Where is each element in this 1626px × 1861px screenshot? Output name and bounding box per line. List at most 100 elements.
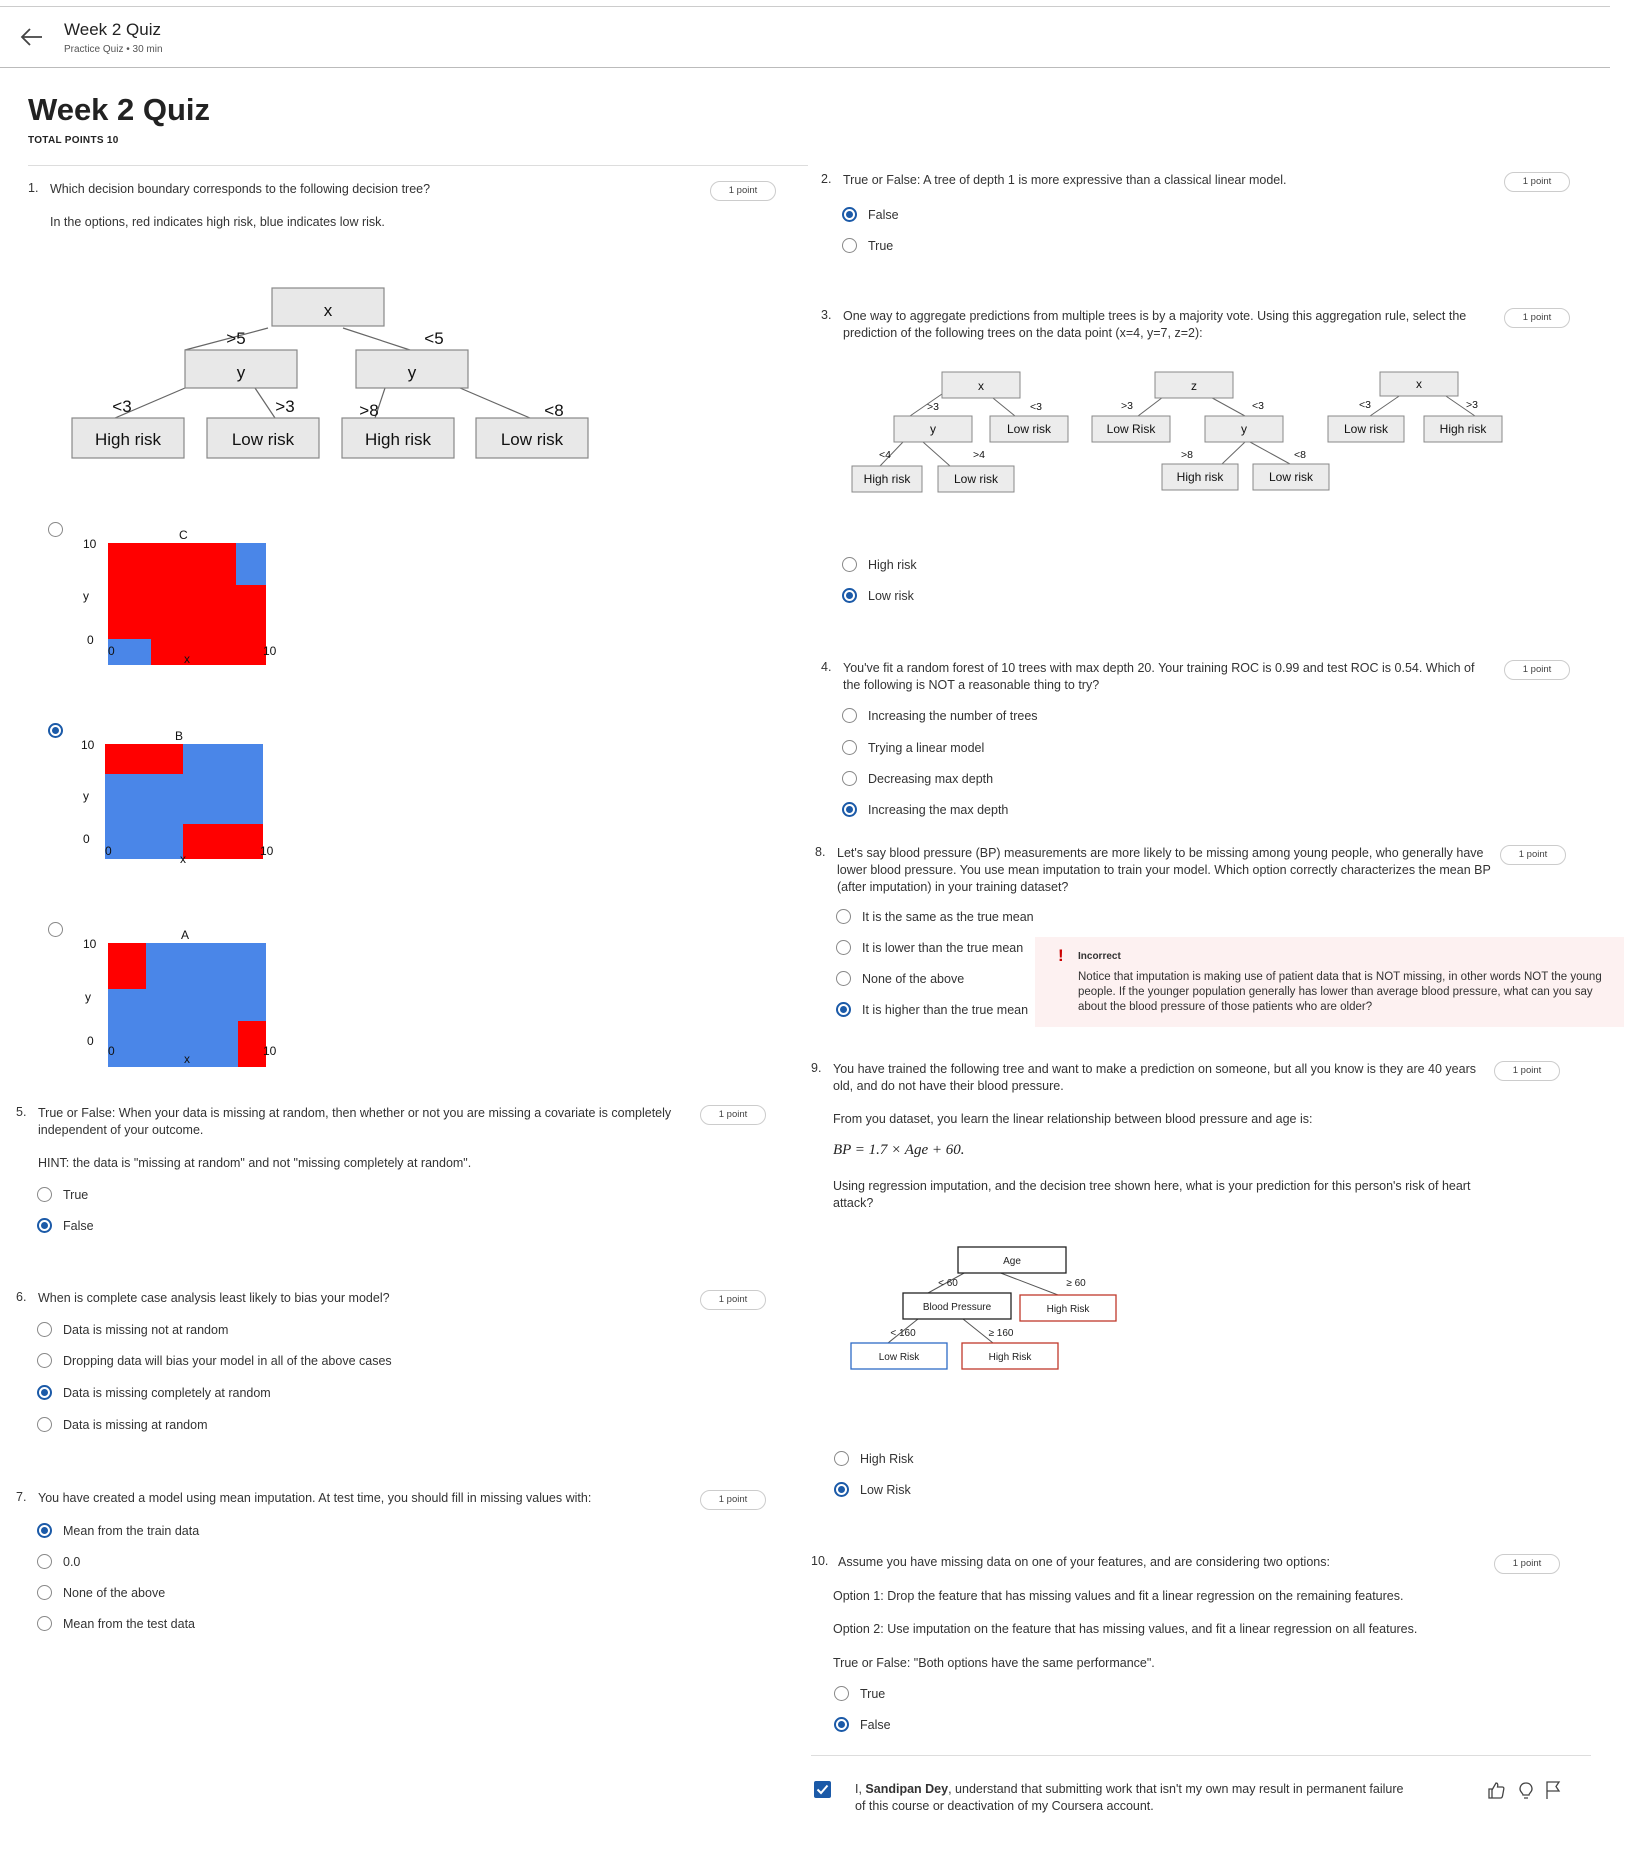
- q1-tree-leaf-1: High risk: [95, 430, 162, 449]
- flag-icon[interactable]: [1544, 1780, 1562, 1800]
- q6-radio-2[interactable]: [37, 1353, 52, 1368]
- q4-radio-2[interactable]: [842, 740, 857, 755]
- q7-text: You have created a model using mean impu…: [38, 1491, 592, 1505]
- svg-text:<3: <3: [1359, 399, 1371, 411]
- q6-radio-3[interactable]: [37, 1385, 52, 1400]
- q8-feedback-alert-icon: !: [1058, 946, 1064, 965]
- q4-points: 1 point: [1504, 660, 1570, 680]
- svg-text:>8: >8: [1181, 449, 1193, 461]
- svg-text:<3: <3: [1030, 401, 1042, 413]
- q2-points: 1 point: [1504, 172, 1570, 192]
- svg-text:≥ 60: ≥ 60: [1066, 1278, 1086, 1289]
- svg-text:0: 0: [105, 844, 112, 858]
- svg-text:<4: <4: [879, 449, 891, 461]
- svg-text:>3: >3: [927, 401, 939, 413]
- q4-number: 4.: [821, 660, 832, 674]
- q9-radio-high[interactable]: [834, 1451, 849, 1466]
- svg-text:10: 10: [260, 844, 274, 858]
- q3-t2-leaf-l: Low Risk: [1107, 422, 1157, 436]
- q3-t3-root: x: [1416, 377, 1422, 391]
- svg-text:<3: <3: [1252, 400, 1264, 412]
- q1-option-a-radio[interactable]: [48, 922, 63, 937]
- q1-option-c-radio[interactable]: [48, 522, 63, 537]
- q3-number: 3.: [821, 308, 832, 322]
- q5-radio-false[interactable]: [37, 1218, 52, 1233]
- q1-tree-leaf-4: Low risk: [501, 430, 564, 449]
- header-title: Week 2 Quiz: [64, 20, 162, 39]
- q6-radio-1[interactable]: [37, 1322, 52, 1337]
- q1-tree-lr-edge: >3: [275, 397, 294, 416]
- q8-radio-3[interactable]: [836, 971, 851, 986]
- q9-tree-leaf-r: High Risk: [1047, 1304, 1091, 1315]
- q3-t1-leaf-a: High risk: [864, 472, 912, 486]
- q8-number: 8.: [815, 845, 826, 859]
- q9-radio-low[interactable]: [834, 1482, 849, 1497]
- honor-code-checkbox[interactable]: [814, 1781, 831, 1798]
- q10-option1-text: Option 1: Drop the feature that has miss…: [833, 1589, 1404, 1603]
- q1-plot-b-label: B: [175, 729, 183, 743]
- q5-text: True or False: When your data is missing…: [38, 1106, 672, 1137]
- q1-plot-a-label: A: [181, 928, 189, 942]
- q4-radio-1[interactable]: [842, 708, 857, 723]
- q9-decision-tree: Age Blood Pressure High Risk Low Risk Hi…: [850, 1246, 1117, 1370]
- thumbs-up-icon[interactable]: [1486, 1780, 1506, 1800]
- q1-option-b-radio[interactable]: [48, 723, 63, 738]
- svg-text:< 160: < 160: [890, 1328, 916, 1339]
- q6-radio-4[interactable]: [37, 1417, 52, 1432]
- svg-text:0: 0: [108, 644, 115, 658]
- q8-radio-4[interactable]: [836, 1002, 851, 1017]
- svg-text:>3: >3: [1466, 399, 1478, 411]
- total-points: TOTAL POINTS 10: [28, 135, 119, 146]
- q1-text: Which decision boundary corresponds to t…: [50, 182, 431, 196]
- q8-feedback-text: Notice that imputation is making use of …: [1078, 971, 1602, 1013]
- q3-t1-leaf-b: Low risk: [954, 472, 999, 486]
- honor-divider: [811, 1755, 1591, 1756]
- back-arrow-icon[interactable]: [16, 22, 46, 52]
- header-bottom-border: [0, 67, 1610, 68]
- q4-radio-4[interactable]: [842, 802, 857, 817]
- q2-number: 2.: [821, 172, 832, 186]
- q1-decision-tree: x y y >5 <5 <3 >3 >8 <8 High risk Low ri…: [71, 287, 589, 459]
- q1-option-b-xaxis: 0 x 10: [105, 844, 274, 866]
- checkmark-icon: [816, 1784, 829, 1795]
- q3-t2-node: y: [1241, 422, 1247, 436]
- q2-radio-false[interactable]: [842, 207, 857, 222]
- q3-points: 1 point: [1504, 308, 1570, 328]
- q5-radio-true[interactable]: [37, 1187, 52, 1202]
- q3-t3-leaf-r: High risk: [1440, 422, 1488, 436]
- honor-name: Sandipan Dey: [865, 1782, 949, 1796]
- q3-radio-high[interactable]: [842, 557, 857, 572]
- q8-radio-1[interactable]: [836, 909, 851, 924]
- q7-radio-4[interactable]: [37, 1616, 52, 1631]
- svg-text:y: y: [85, 990, 91, 1004]
- svg-text:< 60: < 60: [938, 1278, 958, 1289]
- q7-radio-3[interactable]: [37, 1585, 52, 1600]
- q3-trees: x y Low risk High risk Low risk z Low Ri…: [851, 371, 1503, 493]
- q1-tree-right-edge: <5: [424, 329, 443, 348]
- svg-text:y: y: [83, 789, 89, 803]
- q9-number: 9.: [811, 1061, 822, 1075]
- svg-text:10: 10: [263, 644, 277, 658]
- q4-radio-3[interactable]: [842, 771, 857, 786]
- q3-t3-leaf-l: Low risk: [1344, 422, 1389, 436]
- q1-tree-left-edge: >5: [226, 329, 245, 348]
- q8-text: Let's say blood pressure (BP) measuremen…: [837, 846, 1491, 894]
- q10-radio-false[interactable]: [834, 1717, 849, 1732]
- svg-text:x: x: [184, 652, 190, 666]
- q8-feedback-title: Incorrect: [1078, 951, 1121, 962]
- q6-text: When is complete case analysis least lik…: [38, 1291, 390, 1305]
- q2-radio-true[interactable]: [842, 238, 857, 253]
- header-top-border: [0, 6, 1610, 7]
- lightbulb-icon[interactable]: [1516, 1781, 1536, 1801]
- q6-points: 1 point: [700, 1290, 766, 1310]
- svg-text:0: 0: [87, 633, 94, 647]
- left-divider: [28, 165, 808, 166]
- q9-tree-node: Blood Pressure: [923, 1302, 992, 1313]
- q10-radio-true[interactable]: [834, 1686, 849, 1701]
- svg-text:0: 0: [83, 832, 90, 846]
- q7-radio-1[interactable]: [37, 1523, 52, 1538]
- q9-tree-leaf-b: High Risk: [989, 1352, 1033, 1363]
- q7-radio-2[interactable]: [37, 1554, 52, 1569]
- q8-radio-2[interactable]: [836, 940, 851, 955]
- q3-radio-low[interactable]: [842, 588, 857, 603]
